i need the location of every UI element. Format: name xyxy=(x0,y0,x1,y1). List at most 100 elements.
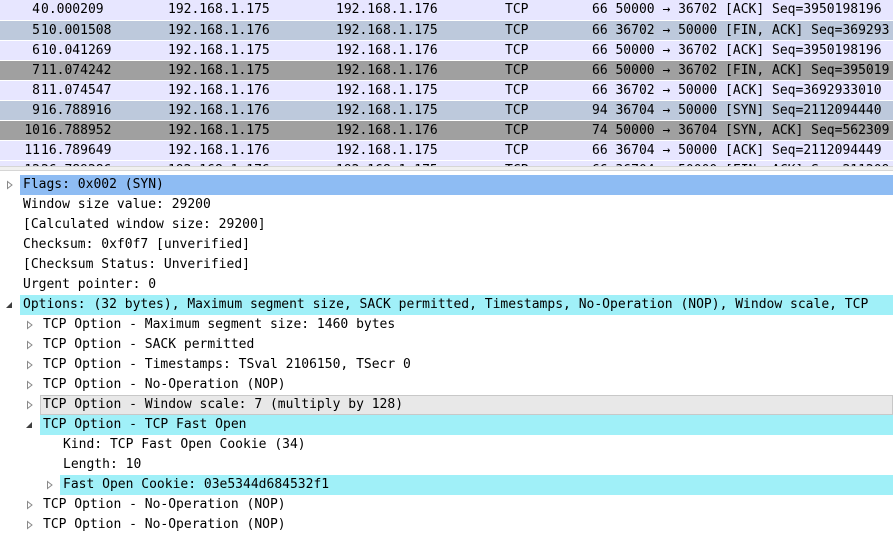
packet-number: 10 xyxy=(24,123,40,138)
packet-info: 66 36702 → 50000 [ACK] Seq=3692933010 xyxy=(592,83,882,98)
packet-protocol: TCP xyxy=(505,63,529,78)
tree-node[interactable]: Fast Open Cookie: 03e5344d684532f1 xyxy=(47,475,893,495)
chevron-right-icon[interactable] xyxy=(44,475,56,495)
packet-row[interactable]: 6 10.041269 192.168.1.175 192.168.1.176 TCP 6… xyxy=(0,40,893,61)
packet-time: 11.074242 xyxy=(41,63,112,78)
tree-node[interactable]: TCP Option - No-Operation (NOP) xyxy=(27,375,893,395)
packet-protocol: TCP xyxy=(505,23,529,38)
tree-node-label: [Calculated window size: 29200] xyxy=(23,217,266,232)
tree-node[interactable]: TCP Option - Timestamps: TSval 2106150, … xyxy=(27,355,893,375)
packet-source: 192.168.1.175 xyxy=(168,123,270,138)
packet-time: 16.788952 xyxy=(41,123,112,138)
chevron-right-icon[interactable] xyxy=(24,375,36,395)
packet-protocol: TCP xyxy=(505,143,529,158)
tree-node-label: Length: 10 xyxy=(63,457,142,472)
packet-destination: 192.168.1.176 xyxy=(336,123,438,138)
chevron-right-icon[interactable] xyxy=(24,335,36,355)
packet-destination: 192.168.1.176 xyxy=(336,43,438,58)
packet-row[interactable]: 9 16.788916 192.168.1.176 192.168.1.175 TCP 9… xyxy=(0,100,893,121)
packet-destination: 192.168.1.175 xyxy=(336,23,438,38)
tree-node-label: Urgent pointer: 0 xyxy=(23,277,157,292)
packet-source: 192.168.1.176 xyxy=(168,23,270,38)
packet-info: 94 36704 → 50000 [SYN] Seq=2112094440 xyxy=(592,103,882,118)
tree-field[interactable]: [Calculated window size: 29200] xyxy=(20,215,893,235)
tree-field[interactable]: Window size value: 29200 xyxy=(20,195,893,215)
tree-field[interactable]: Checksum: 0xf0f7 [unverified] xyxy=(20,235,893,255)
tree-node-label: TCP Option - No-Operation (NOP) xyxy=(43,517,286,532)
tree-node-label: [Checksum Status: Unverified] xyxy=(23,257,250,272)
tree-node-label: Kind: TCP Fast Open Cookie (34) xyxy=(63,437,306,452)
tree-field[interactable]: Length: 10 xyxy=(60,455,893,475)
tree-node-label: TCP Option - Window scale: 7 (multiply b… xyxy=(43,397,404,412)
tree-node[interactable]: TCP Option - Maximum segment size: 1460 … xyxy=(27,315,893,335)
packet-source: 192.168.1.176 xyxy=(168,143,270,158)
chevron-right-icon[interactable] xyxy=(24,395,36,415)
tree-node[interactable]: TCP Option - SACK permitted xyxy=(27,335,893,355)
packet-destination: 192.168.1.175 xyxy=(336,143,438,158)
tree-node[interactable]: Options: (32 bytes), Maximum segment siz… xyxy=(6,295,893,315)
tree-node-label: Fast Open Cookie: 03e5344d684532f1 xyxy=(63,477,330,492)
packet-time: 16.789649 xyxy=(41,143,112,158)
packet-row[interactable]: 11 16.789649 192.168.1.176 192.168.1.175 TCP… xyxy=(0,140,893,161)
packet-row[interactable]: 8 11.074547 192.168.1.176 192.168.1.175 TCP 6… xyxy=(0,80,893,101)
packet-info: 74 50000 → 36704 [SYN, ACK] Seq=562309 xyxy=(592,123,890,138)
packet-row[interactable]: 5 10.001508 192.168.1.176 192.168.1.175 TCP 6… xyxy=(0,20,893,41)
packet-number: 11 xyxy=(24,143,40,158)
tree-field[interactable]: Urgent pointer: 0 xyxy=(20,275,893,295)
tree-node[interactable]: TCP Option - TCP Fast Open xyxy=(26,415,893,435)
pane-splitter[interactable] xyxy=(0,166,893,171)
packet-source: 192.168.1.175 xyxy=(168,43,270,58)
packet-number: 6 xyxy=(32,43,40,58)
chevron-down-icon[interactable] xyxy=(4,295,16,315)
packet-row[interactable]: 4 0.000209 192.168.1.175 192.168.1.176 TCP 66… xyxy=(0,0,893,20)
tree-node[interactable]: TCP Option - No-Operation (NOP) xyxy=(27,515,893,535)
tree-node-label: Checksum: 0xf0f7 [unverified] xyxy=(23,237,250,252)
packet-row[interactable]: 10 16.788952 192.168.1.175 192.168.1.176 TCP… xyxy=(0,120,893,141)
packet-info: 66 50000 → 36702 [ACK] Seq=3950198196 xyxy=(592,2,882,17)
packet-destination: 192.168.1.176 xyxy=(336,2,438,17)
tree-node-label: TCP Option - TCP Fast Open xyxy=(43,417,247,432)
packet-protocol: TCP xyxy=(505,2,529,17)
packet-time: 10.001508 xyxy=(41,23,112,38)
packet-info: 66 50000 → 36702 [FIN, ACK] Seq=395019 xyxy=(592,63,890,78)
packet-details-tree[interactable]: Flags: 0x002 (SYN) Window size value: 292… xyxy=(0,175,893,535)
packet-number: 7 xyxy=(32,63,40,78)
packet-row[interactable]: 7 11.074242 192.168.1.175 192.168.1.176 TCP 6… xyxy=(0,60,893,81)
packet-source: 192.168.1.175 xyxy=(168,63,270,78)
tree-node-label: TCP Option - Timestamps: TSval 2106150, … xyxy=(43,357,411,372)
packet-source: 192.168.1.176 xyxy=(168,103,270,118)
packet-time: 11.074547 xyxy=(41,83,112,98)
packet-number: 8 xyxy=(32,83,40,98)
tree-node-label: TCP Option - SACK permitted xyxy=(43,337,255,352)
chevron-right-icon[interactable] xyxy=(4,175,16,195)
chevron-right-icon[interactable] xyxy=(24,495,36,515)
tree-node[interactable]: Flags: 0x002 (SYN) xyxy=(7,175,893,195)
packet-list[interactable]: 4 0.000209 192.168.1.175 192.168.1.176 TCP 66… xyxy=(0,0,893,166)
packet-time: 16.788916 xyxy=(41,103,112,118)
tree-field[interactable]: Kind: TCP Fast Open Cookie (34) xyxy=(60,435,893,455)
tree-node[interactable]: TCP Option - No-Operation (NOP) xyxy=(27,495,893,515)
tree-node-label: TCP Option - Maximum segment size: 1460 … xyxy=(43,317,396,332)
packet-destination: 192.168.1.175 xyxy=(336,103,438,118)
packet-number: 4 xyxy=(32,2,40,17)
packet-protocol: TCP xyxy=(505,43,529,58)
chevron-right-icon[interactable] xyxy=(24,355,36,375)
chevron-right-icon[interactable] xyxy=(24,515,36,535)
packet-destination: 192.168.1.176 xyxy=(336,63,438,78)
packet-source: 192.168.1.175 xyxy=(168,2,270,17)
packet-destination: 192.168.1.175 xyxy=(336,83,438,98)
tree-node[interactable]: TCP Option - Window scale: 7 (multiply b… xyxy=(27,395,893,415)
packet-protocol: TCP xyxy=(505,103,529,118)
packet-info: 66 36704 → 50000 [ACK] Seq=2112094449 xyxy=(592,143,882,158)
packet-number: 5 xyxy=(32,23,40,38)
packet-info: 66 36702 → 50000 [FIN, ACK] Seq=369293 xyxy=(592,23,890,38)
tree-field[interactable]: [Checksum Status: Unverified] xyxy=(20,255,893,275)
packet-protocol: TCP xyxy=(505,123,529,138)
chevron-down-icon[interactable] xyxy=(24,415,36,435)
chevron-right-icon[interactable] xyxy=(24,315,36,335)
tree-node-label: Options: (32 bytes), Maximum segment siz… xyxy=(23,297,869,312)
packet-number: 9 xyxy=(32,103,40,118)
tree-node-label: Flags: 0x002 (SYN) xyxy=(23,177,164,192)
packet-source: 192.168.1.176 xyxy=(168,83,270,98)
packet-time: 0.000209 xyxy=(41,2,104,17)
